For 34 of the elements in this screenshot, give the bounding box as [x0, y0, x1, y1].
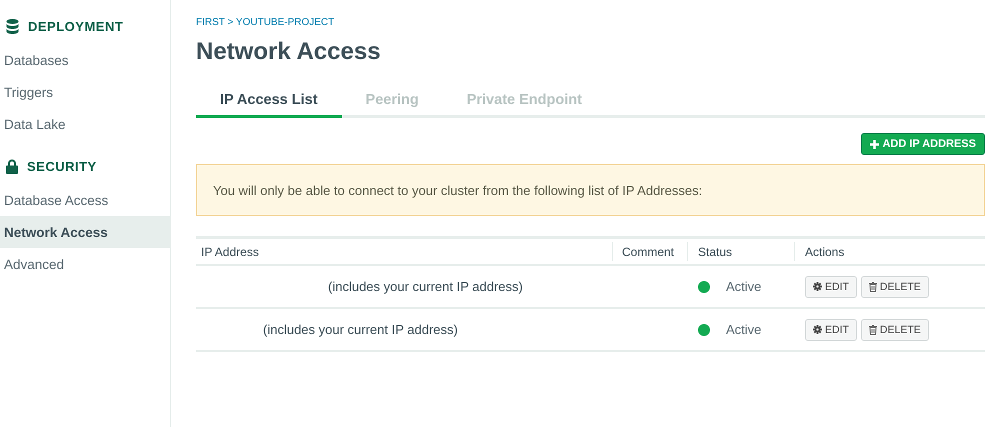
plus-icon [870, 140, 880, 148]
column-header: Comment [622, 244, 674, 258]
sidebar-item[interactable]: Network Access [0, 216, 170, 248]
trash-icon [868, 282, 877, 292]
sidebar-item[interactable]: Triggers [0, 76, 170, 108]
column-header: Actions [805, 244, 844, 258]
edit-button[interactable]: EDIT [805, 276, 857, 298]
section-heading: DEPLOYMENT [28, 18, 124, 34]
delete-button[interactable]: DELETE [860, 318, 929, 340]
add-ip-address-button[interactable]: ADD IP ADDRESS [861, 133, 985, 155]
lock-icon [6, 158, 18, 174]
column-header: Status [698, 244, 732, 258]
status-text: Active [726, 279, 762, 294]
sidebar-item[interactable]: Databases [0, 44, 170, 76]
breadcrumb[interactable]: FIRST > YOUTUBE-PROJECT [196, 17, 334, 28]
notice-text: You will only be able to connect to your cluster from the following list of IP Addresses: [213, 182, 702, 198]
table-cell: (includes your current IP address) [263, 322, 458, 337]
page-title: Network Access [196, 38, 382, 66]
column-header: IP Address [201, 244, 259, 258]
gear-icon [813, 282, 822, 291]
status-dot-icon [698, 324, 710, 336]
gear-icon [813, 325, 822, 334]
database-icon [6, 18, 19, 34]
sidebar-item[interactable]: Database Access [0, 184, 170, 216]
section-heading: SECURITY [27, 158, 97, 174]
trash-icon [868, 324, 877, 334]
sidebar-item[interactable]: Data Lake [0, 108, 170, 140]
status-text: Active [726, 322, 762, 337]
delete-button[interactable]: DELETE [860, 276, 929, 298]
edit-button[interactable]: EDIT [805, 318, 857, 340]
status-dot-icon [698, 280, 710, 292]
table-cell: (includes your current IP address) [328, 279, 523, 294]
sidebar-item[interactable]: Advanced [0, 248, 170, 280]
tab[interactable]: IP Access List [196, 86, 342, 118]
